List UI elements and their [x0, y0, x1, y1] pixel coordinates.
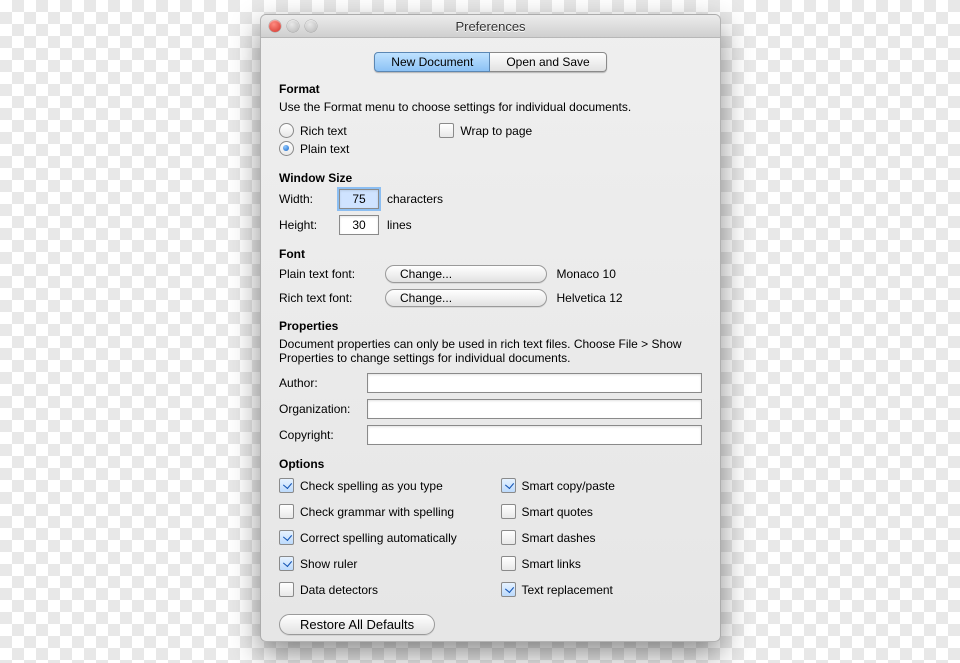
- footer: Restore All Defaults: [279, 614, 702, 635]
- checkbox-option-label: Data detectors: [300, 583, 378, 597]
- checkbox-option-label: Show ruler: [300, 557, 357, 571]
- font-heading: Font: [279, 247, 702, 261]
- checkbox-option[interactable]: [279, 556, 294, 571]
- organization-label: Organization:: [279, 402, 359, 416]
- checkbox-option-label: Smart links: [522, 557, 581, 571]
- plain-font-label: Plain text font:: [279, 267, 375, 281]
- checkbox-wrap-to-page-label: Wrap to page: [460, 124, 532, 138]
- author-field[interactable]: [367, 373, 702, 393]
- height-unit: lines: [387, 218, 702, 232]
- copyright-label: Copyright:: [279, 428, 359, 442]
- tab-new-document[interactable]: New Document: [374, 52, 490, 72]
- format-heading: Format: [279, 82, 702, 96]
- section-format: Format Use the Format menu to choose set…: [279, 82, 702, 159]
- checkbox-option-label: Smart copy/paste: [522, 479, 615, 493]
- checkbox-option-label: Check grammar with spelling: [300, 505, 454, 519]
- preferences-window: Preferences New Document Open and Save F…: [260, 14, 721, 642]
- properties-help: Document properties can only be used in …: [279, 337, 702, 365]
- change-rich-font-button[interactable]: Change...: [385, 289, 547, 307]
- checkbox-option[interactable]: [279, 582, 294, 597]
- height-input[interactable]: [339, 215, 379, 235]
- width-label: Width:: [279, 192, 331, 206]
- width-unit: characters: [387, 192, 702, 206]
- organization-field[interactable]: [367, 399, 702, 419]
- window-title: Preferences: [261, 19, 720, 34]
- window-body: New Document Open and Save Format Use th…: [261, 38, 720, 649]
- options-heading: Options: [279, 457, 702, 471]
- properties-heading: Properties: [279, 319, 702, 333]
- checkbox-option[interactable]: [501, 556, 516, 571]
- titlebar[interactable]: Preferences: [261, 15, 720, 38]
- checkbox-option[interactable]: [279, 504, 294, 519]
- radio-rich-text-label: Rich text: [300, 124, 347, 138]
- checkbox-option-label: Correct spelling automatically: [300, 531, 457, 545]
- section-font: Font Plain text font: Change... Monaco 1…: [279, 247, 702, 307]
- tab-open-and-save[interactable]: Open and Save: [490, 52, 606, 72]
- format-help: Use the Format menu to choose settings f…: [279, 100, 702, 114]
- checkbox-wrap-to-page[interactable]: [439, 123, 454, 138]
- checkbox-option[interactable]: [501, 530, 516, 545]
- checkbox-option[interactable]: [501, 504, 516, 519]
- change-plain-font-button[interactable]: Change...: [385, 265, 547, 283]
- checkbox-option-label: Check spelling as you type: [300, 479, 443, 493]
- height-label: Height:: [279, 218, 331, 232]
- width-input[interactable]: [339, 189, 379, 209]
- checkbox-option[interactable]: [501, 582, 516, 597]
- checkbox-option-label: Text replacement: [522, 583, 613, 597]
- copyright-field[interactable]: [367, 425, 702, 445]
- rich-font-label: Rich text font:: [279, 291, 375, 305]
- checkbox-option[interactable]: [279, 478, 294, 493]
- checkbox-option-label: Smart quotes: [522, 505, 593, 519]
- rich-font-value: Helvetica 12: [557, 291, 703, 305]
- window-size-heading: Window Size: [279, 171, 702, 185]
- radio-rich-text[interactable]: [279, 123, 294, 138]
- section-options: Options Check spelling as you type Smart …: [279, 457, 702, 600]
- checkbox-option[interactable]: [501, 478, 516, 493]
- plain-font-value: Monaco 10: [557, 267, 703, 281]
- tab-bar: New Document Open and Save: [279, 52, 702, 72]
- radio-plain-text[interactable]: [279, 141, 294, 156]
- section-properties: Properties Document properties can only …: [279, 319, 702, 445]
- restore-defaults-button[interactable]: Restore All Defaults: [279, 614, 435, 635]
- author-label: Author:: [279, 376, 359, 390]
- radio-plain-text-label: Plain text: [300, 142, 349, 156]
- checkbox-option-label: Smart dashes: [522, 531, 596, 545]
- section-window-size: Window Size Width: characters Height: li…: [279, 171, 702, 235]
- checkbox-option[interactable]: [279, 530, 294, 545]
